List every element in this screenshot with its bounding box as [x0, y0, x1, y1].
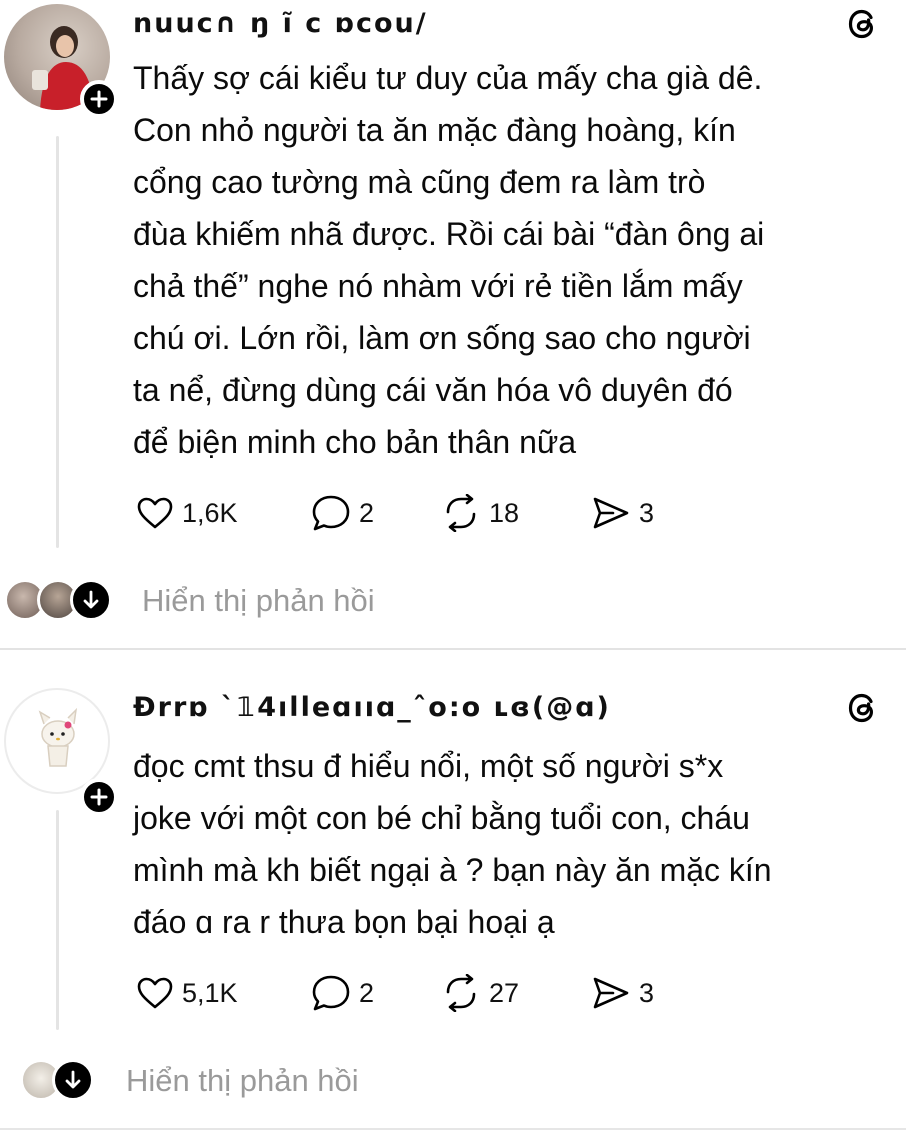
comment-button[interactable]: 2 — [311, 494, 441, 532]
like-count: 5,1K — [182, 977, 238, 1008]
comment-count: 2 — [359, 977, 375, 1008]
show-replies-row[interactable]: Hiển thị phản hồi — [0, 576, 375, 626]
follow-button[interactable] — [80, 778, 118, 816]
comment-button[interactable]: 2 — [311, 974, 441, 1012]
like-button[interactable]: 5,1K — [136, 976, 311, 1010]
comment-count: 2 — [359, 497, 375, 528]
share-button[interactable]: 3 — [591, 495, 654, 531]
plus-icon — [90, 90, 108, 108]
plus-icon — [90, 788, 108, 806]
like-button[interactable]: 1,6K — [136, 496, 311, 530]
post-body-text: đọc cmt thsu đ hiểu nổi, một số người s*… — [133, 748, 772, 940]
threads-logo-icon — [848, 693, 874, 723]
comment-bubble-icon — [312, 975, 350, 1011]
share-count: 3 — [639, 977, 655, 1008]
show-replies-link[interactable]: Hiển thị phản hồi — [142, 583, 375, 619]
thread-connector-line — [56, 136, 59, 548]
repost-button[interactable]: 27 — [441, 974, 591, 1012]
arrow-down-icon — [52, 1059, 94, 1101]
comment-bubble-icon — [312, 495, 350, 531]
thread-post-1: nuuc∩ ŋ ĩ c ɒcou/ Thấy sợ cái kiểu tư du… — [0, 0, 906, 648]
thread-post-2: Ðrrɒ ˋ𝟙4ılleɑııɑ_ˆo:o ʟɞ(@ɑ) đọc cmt ths… — [0, 650, 906, 1133]
follow-button[interactable] — [80, 80, 118, 118]
action-bar: 5,1K 2 27 3 — [136, 973, 654, 1013]
thread-connector-line — [56, 810, 59, 1030]
arrow-down-icon — [70, 579, 112, 621]
like-count: 1,6K — [182, 497, 238, 528]
reply-avatars — [4, 579, 124, 623]
repost-count: 18 — [489, 497, 520, 528]
heart-icon — [137, 497, 173, 529]
reply-avatars — [20, 1059, 104, 1103]
author-username[interactable]: Ðrrɒ ˋ𝟙4ılleɑııɑ_ˆo:o ʟɞ(@ɑ) — [133, 692, 611, 723]
post-body-text: Thấy sợ cái kiểu tư duy của mấy cha già … — [133, 60, 765, 460]
repost-icon — [446, 494, 476, 532]
show-replies-link[interactable]: Hiển thị phản hồi — [126, 1063, 359, 1099]
send-icon — [593, 977, 629, 1009]
action-bar: 1,6K 2 18 3 — [136, 493, 654, 533]
author-username[interactable]: nuuc∩ ŋ ĩ c ɒcou/ — [133, 8, 428, 39]
repost-button[interactable]: 18 — [441, 494, 591, 532]
heart-icon — [137, 977, 173, 1009]
share-button[interactable]: 3 — [591, 975, 654, 1011]
threads-logo-icon — [848, 9, 874, 39]
author-avatar-1[interactable] — [4, 4, 118, 118]
share-count: 3 — [639, 497, 655, 528]
repost-count: 27 — [489, 977, 520, 1008]
bottom-divider — [0, 1128, 906, 1130]
show-replies-row[interactable]: Hiển thị phản hồi — [0, 1056, 359, 1106]
repost-icon — [446, 974, 476, 1012]
author-avatar-2[interactable] — [4, 688, 118, 816]
send-icon — [593, 497, 629, 529]
